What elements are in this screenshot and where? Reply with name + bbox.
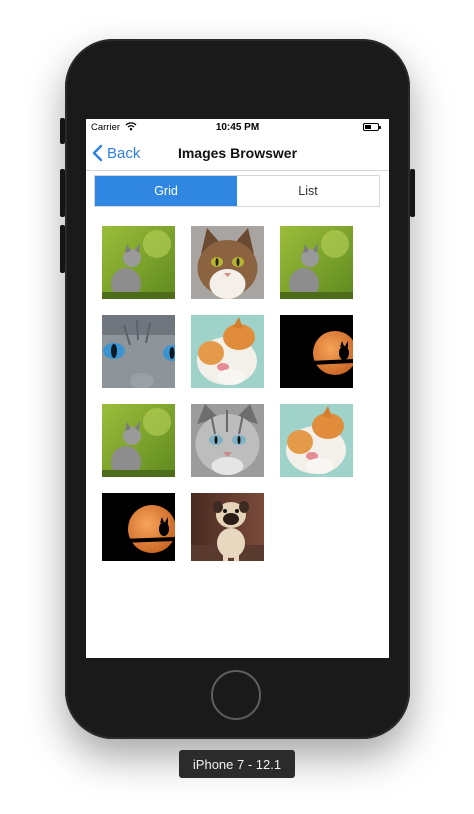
image-pug-puppy[interactable] — [191, 493, 264, 561]
image-orange-cat-licking-paw[interactable] — [280, 404, 353, 477]
image-kitten-on-grass[interactable] — [280, 226, 353, 299]
home-button[interactable] — [211, 670, 261, 720]
image-cat-silhouette-moon[interactable] — [280, 315, 353, 388]
image-cat-silhouette-moon[interactable] — [102, 493, 175, 561]
image-tabby-cat-face[interactable] — [191, 226, 264, 299]
mute-switch — [60, 118, 65, 144]
image-cat-blue-eyes-closeup[interactable] — [102, 315, 175, 388]
segment-list[interactable]: List — [237, 176, 379, 206]
image-kitten-on-grass[interactable] — [102, 404, 175, 477]
status-bar: Carrier 10:45 PM — [86, 119, 389, 137]
page-title: Images Browswer — [177, 145, 298, 161]
image-kitten-on-grass[interactable] — [102, 226, 175, 299]
status-time: 10:45 PM — [215, 122, 260, 133]
volume-up-button — [60, 169, 65, 217]
image-orange-cat-licking-paw[interactable] — [191, 315, 264, 388]
navigation-bar: Back Images Browswer — [86, 137, 389, 171]
device-model-label: iPhone 7 - 12.1 — [179, 750, 295, 778]
view-mode-segmented-control: Grid List — [94, 175, 380, 207]
iphone-frame: Carrier 10:45 PM Back Images Browswer Gr… — [60, 39, 415, 739]
volume-down-button — [60, 225, 65, 273]
segment-grid[interactable]: Grid — [95, 176, 237, 206]
image-grey-tabby-cat-face[interactable] — [191, 404, 264, 477]
device-screen: Carrier 10:45 PM Back Images Browswer Gr… — [86, 119, 389, 658]
power-button — [410, 169, 415, 217]
battery-icon — [363, 123, 381, 131]
